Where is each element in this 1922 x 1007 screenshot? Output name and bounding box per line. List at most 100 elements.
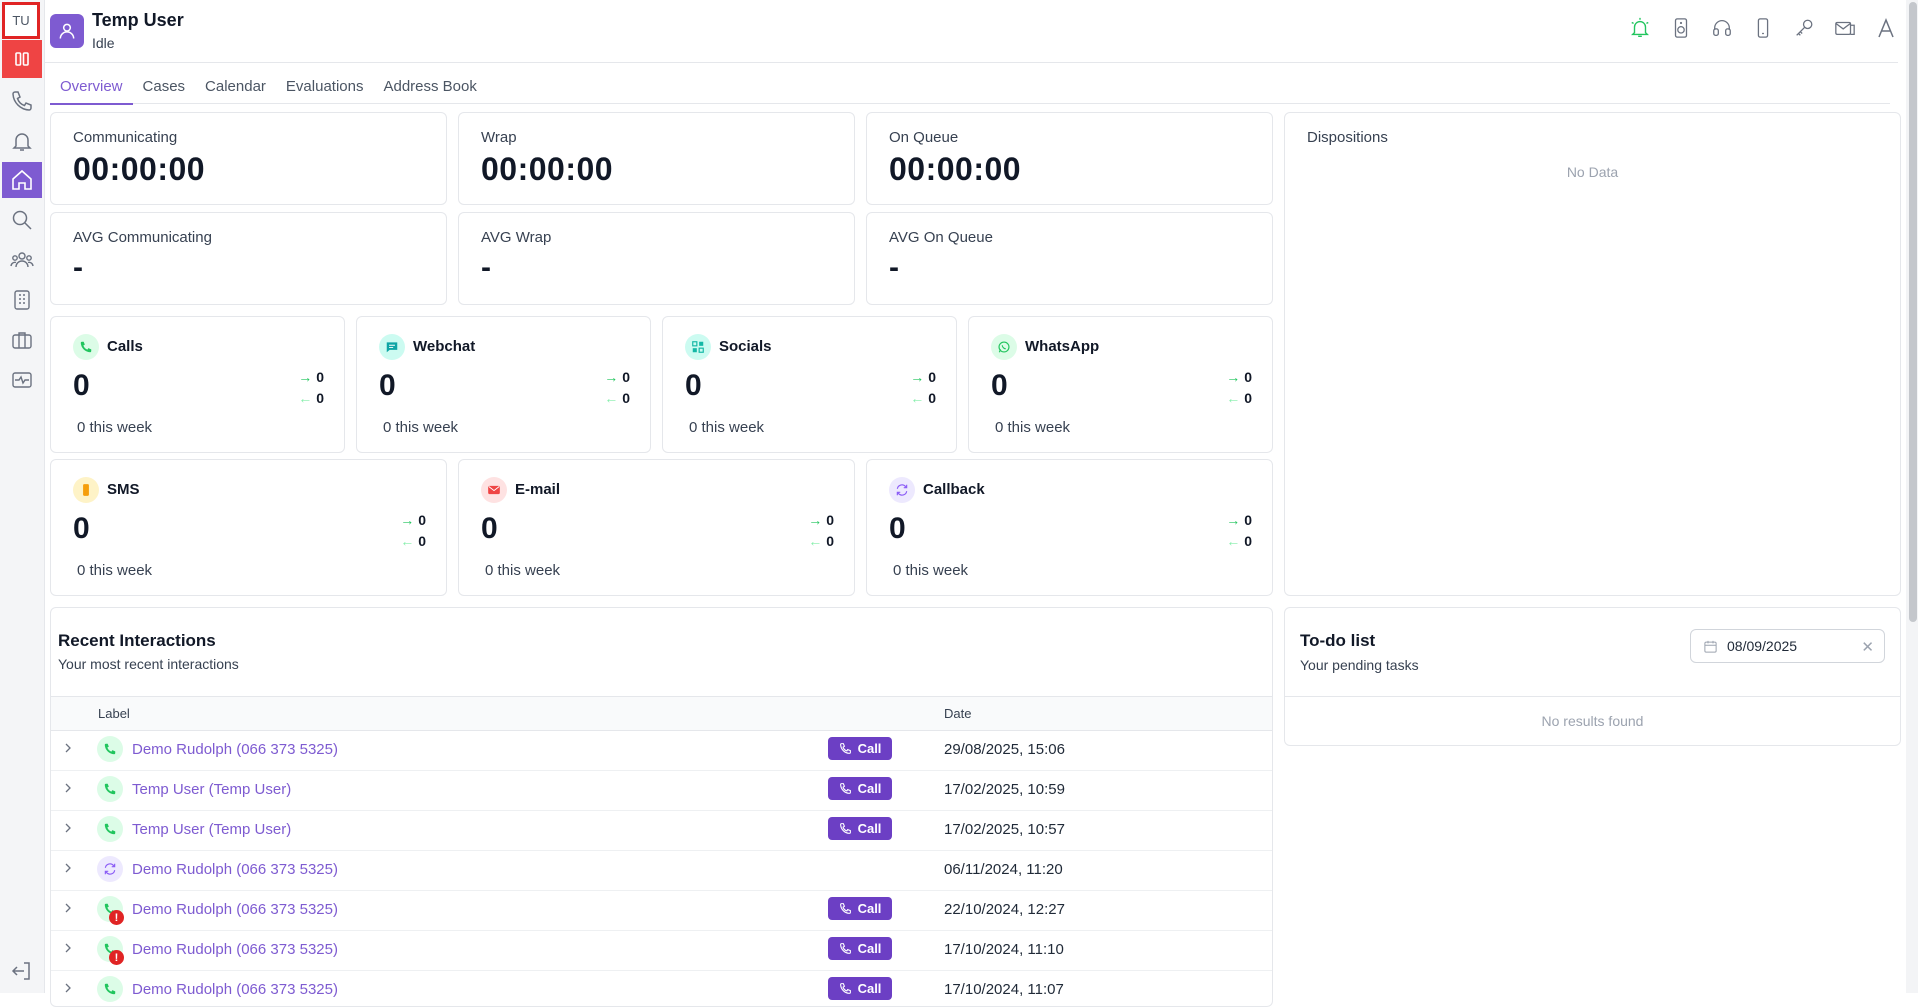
sidebar-item-building[interactable] [2,282,42,318]
briefcase-icon [12,332,32,349]
sidebar-item-search[interactable] [2,202,42,238]
tab-address-book[interactable]: Address Book [373,70,486,103]
phone-icon [12,91,32,111]
clear-date-icon[interactable]: ✕ [1861,638,1874,656]
scrollbar-thumb[interactable] [1909,2,1917,622]
missed-alert-icon: ! [109,950,124,965]
mobile-icon[interactable] [1751,16,1775,40]
channel-count: 0 [685,369,702,402]
inbound-count: → 0 [400,512,426,528]
chevron-right-icon[interactable] [61,941,75,955]
arrow-right-icon: → [298,369,313,385]
channel-count: 0 [73,512,90,545]
channel-card-sms[interactable]: SMS 0 → 0 ← 0 0 this week [50,459,447,596]
todo-title: To-do list [1300,631,1376,650]
interaction-label[interactable]: Demo Rudolph (066 373 5325) [132,981,338,998]
call-button[interactable]: Call [828,777,892,800]
interaction-label[interactable]: Demo Rudolph (066 373 5325) [132,861,338,878]
logout-icon [11,962,30,980]
table-row[interactable]: Temp User (Temp User) Call 17/02/2025, 1… [51,810,1272,851]
stat-label: Communicating [73,129,178,146]
header-toolbar [1628,16,1898,40]
channel-card-whatsapp[interactable]: WhatsApp 0 → 0 ← 0 0 this week [968,316,1273,453]
channel-week: 0 this week [995,419,1071,436]
mail-inbox-icon[interactable] [1833,16,1857,40]
recent-title: Recent Interactions [58,631,216,650]
chevron-right-icon[interactable] [61,861,75,875]
column-label[interactable]: Label [98,706,130,721]
interaction-date: 17/02/2025, 10:59 [944,781,1065,798]
outbound-count: ← 0 [1226,533,1252,549]
table-row[interactable]: Demo Rudolph (066 373 5325) Call 29/08/2… [51,730,1272,771]
tab-calendar[interactable]: Calendar [195,70,276,103]
table-row[interactable]: ! Demo Rudolph (066 373 5325) Call 22/10… [51,890,1272,931]
speaker-icon[interactable] [1669,16,1693,40]
stat-value: 00:00:00 [889,151,1022,187]
interaction-label[interactable]: Temp User (Temp User) [132,781,291,798]
tab-overview[interactable]: Overview [50,70,133,105]
table-row[interactable]: Demo Rudolph (066 373 5325) Call 17/10/2… [51,970,1272,1006]
tab-evaluations[interactable]: Evaluations [276,70,374,103]
channel-card-calls[interactable]: Calls 0 → 0 ← 0 0 this week [50,316,345,453]
outbound-count: ← 0 [298,390,324,406]
alert-bell-icon[interactable] [1628,16,1652,40]
call-button[interactable]: Call [828,817,892,840]
table-row[interactable]: Temp User (Temp User) Call 17/02/2025, 1… [51,770,1272,811]
logout-button[interactable] [2,953,42,989]
phone-icon [97,816,123,842]
chevron-right-icon[interactable] [61,821,75,835]
email-icon [481,477,507,503]
user-profile-icon[interactable] [50,14,84,48]
missed-alert-icon: ! [109,910,124,925]
call-button[interactable]: Call [828,937,892,960]
dispositions-title: Dispositions [1307,129,1388,146]
channel-count: 0 [991,369,1008,402]
interaction-label[interactable]: Demo Rudolph (066 373 5325) [132,741,338,758]
socials-icon [685,334,711,360]
font-icon[interactable] [1874,16,1898,40]
channel-name: WhatsApp [1025,338,1100,355]
interaction-date: 29/08/2025, 15:06 [944,741,1065,758]
tab-cases[interactable]: Cases [133,70,196,103]
channel-name: E-mail [515,481,561,498]
outbound-count: ← 0 [808,533,834,549]
sidebar-item-phone[interactable] [2,83,42,119]
phone-icon [97,736,123,762]
channel-card-callback[interactable]: Callback 0 → 0 ← 0 0 this week [866,459,1273,596]
user-name: Temp User [92,10,184,30]
chevron-right-icon[interactable] [61,741,75,755]
chevron-right-icon[interactable] [61,901,75,915]
stat-value: - [73,251,83,284]
table-row[interactable]: Demo Rudolph (066 373 5325) 06/11/2024, … [51,850,1272,891]
stat-label: On Queue [889,129,959,146]
column-date[interactable]: Date [944,706,971,721]
sidebar-item-notifications[interactable] [2,123,42,159]
interaction-label[interactable]: Demo Rudolph (066 373 5325) [132,901,338,918]
channel-week: 0 this week [77,562,153,579]
interaction-date: 17/10/2024, 11:07 [944,981,1064,998]
headset-icon[interactable] [1710,16,1734,40]
sidebar-item-users[interactable] [2,242,42,278]
sidebar-item-activity[interactable] [2,362,42,398]
channel-card-webchat[interactable]: Webchat 0 → 0 ← 0 0 this week [356,316,651,453]
stat-label: AVG Wrap [481,229,552,246]
sidebar-item-cases[interactable] [2,322,42,358]
call-button[interactable]: Call [828,897,892,920]
status-toggle-button[interactable] [2,40,42,78]
interaction-label[interactable]: Temp User (Temp User) [132,821,291,838]
chevron-right-icon[interactable] [61,781,75,795]
call-button[interactable]: Call [828,737,892,760]
inbound-count: → 0 [1226,512,1252,528]
channel-card-socials[interactable]: Socials 0 → 0 ← 0 0 this week [662,316,957,453]
phone-icon [839,743,851,754]
todo-date-picker[interactable]: 08/09/2025 ✕ [1690,629,1885,663]
table-header: Label Date [51,696,1272,731]
table-row[interactable]: ! Demo Rudolph (066 373 5325) Call 17/10… [51,930,1272,971]
sidebar-item-home[interactable] [2,162,42,198]
call-button[interactable]: Call [828,977,892,1000]
channel-card-email[interactable]: E-mail 0 → 0 ← 0 0 this week [458,459,855,596]
user-avatar-button[interactable]: TU [2,2,40,39]
interaction-label[interactable]: Demo Rudolph (066 373 5325) [132,941,338,958]
channel-count: 0 [73,369,90,402]
key-icon[interactable] [1792,16,1816,40]
